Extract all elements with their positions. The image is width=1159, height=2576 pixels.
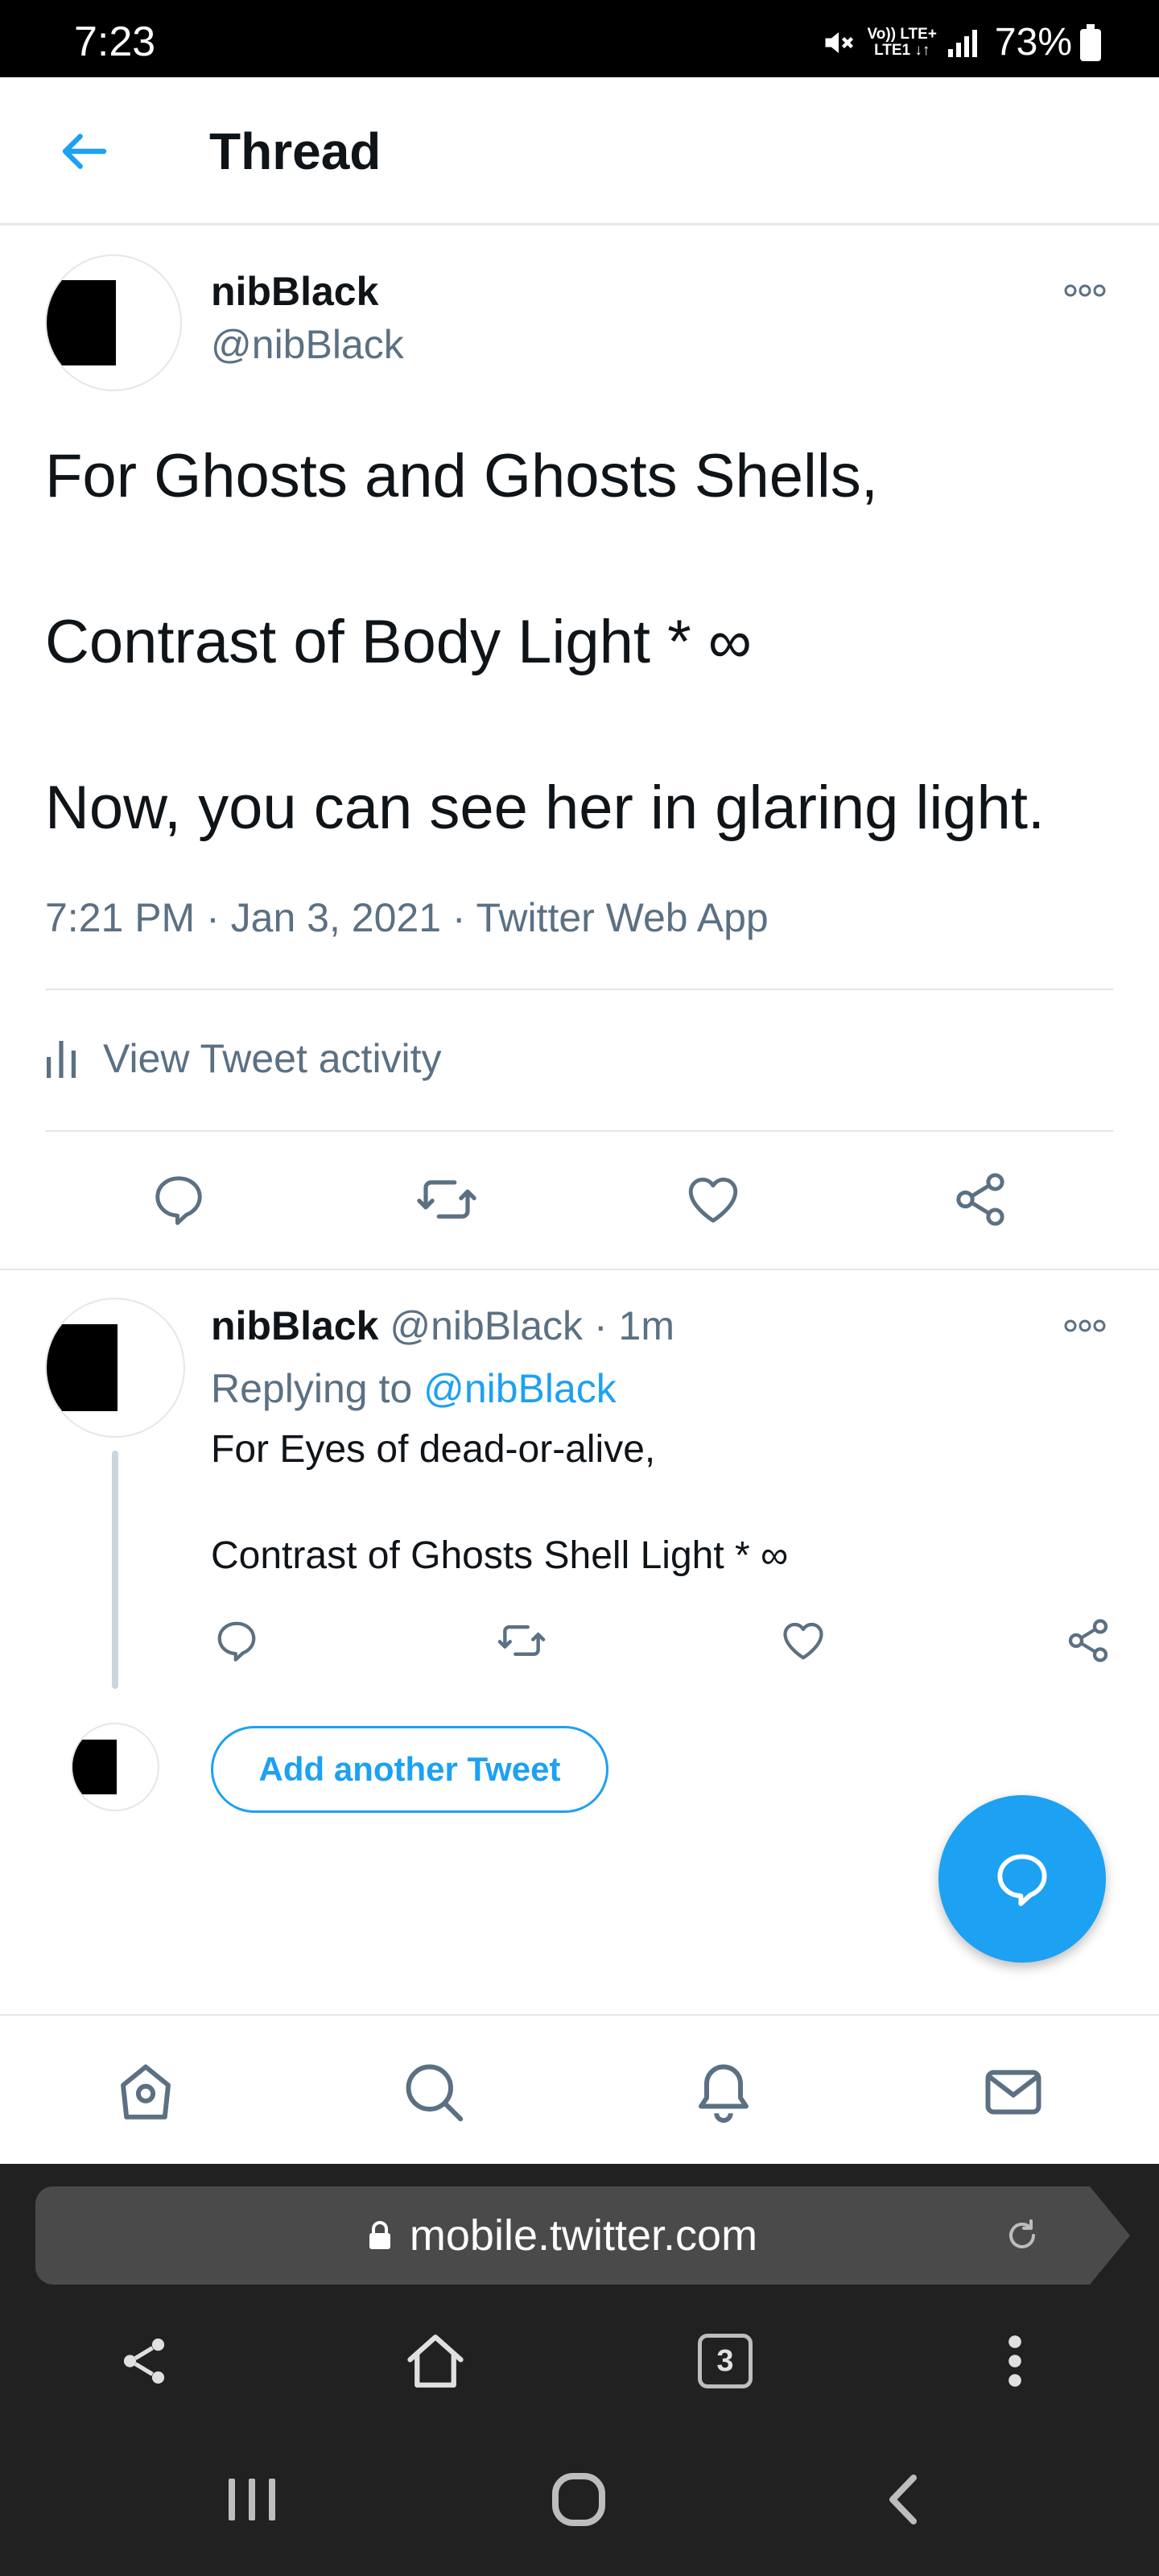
status-icons: Vo)) LTE+ LTE1 ↓↑ 73% — [821, 23, 1101, 63]
retweet-icon — [497, 1616, 547, 1666]
replying-to: Replying to @nibBlack — [211, 1366, 617, 1411]
like-button[interactable] — [771, 1608, 835, 1673]
tweet-text: For Ghosts and Ghosts Shells, Contrast o… — [45, 442, 1046, 842]
retweet-icon — [415, 1168, 478, 1231]
view-tweet-activity-link[interactable]: View Tweet activity — [45, 1030, 442, 1087]
divider — [45, 1130, 1114, 1132]
url-bar[interactable]: mobile.twitter.com — [35, 2186, 1090, 2285]
tweet-text: For Eyes of dead-or-alive, Contrast of G… — [211, 1428, 789, 1577]
thread-header: Thread — [0, 77, 1159, 225]
view-tweet-activity-label: View Tweet activity — [103, 1036, 442, 1081]
messages-icon — [980, 2058, 1047, 2126]
recent-apps-icon — [224, 2475, 280, 2524]
avatar[interactable] — [45, 1298, 185, 1438]
home-circle-icon — [551, 2471, 607, 2528]
back-button[interactable] — [48, 119, 121, 184]
nav-notifications[interactable] — [679, 2048, 768, 2136]
page-title: Thread — [209, 122, 382, 180]
reply-header: nibBlack @nibBlack · 1m — [211, 1303, 674, 1348]
browser-tabs-button[interactable]: 3 — [681, 2317, 769, 2405]
avatar — [71, 1723, 159, 1811]
notifications-icon — [690, 2058, 757, 2126]
more-options-icon[interactable] — [1061, 1314, 1109, 1338]
mute-icon — [821, 25, 856, 60]
heart-icon — [779, 1616, 827, 1665]
author-name[interactable]: nibBlack — [211, 1303, 378, 1348]
browser-menu-button[interactable] — [971, 2317, 1059, 2405]
status-bar: 7:23 Vo)) LTE+ LTE1 ↓↑ 73% — [0, 0, 1159, 77]
url-text: mobile.twitter.com — [409, 2211, 758, 2260]
retweet-button[interactable] — [406, 1159, 487, 1240]
battery-percent: 73% — [994, 21, 1072, 64]
compose-reply-button[interactable] — [938, 1795, 1106, 1963]
add-another-tweet-button[interactable]: Add another Tweet — [211, 1726, 608, 1813]
network-indicator: Vo)) LTE+ LTE1 ↓↑ — [867, 26, 937, 59]
share-button[interactable] — [1056, 1608, 1120, 1673]
status-time: 7:23 — [74, 19, 156, 65]
tabs-count: 3 — [698, 2334, 753, 2388]
reply-button[interactable] — [138, 1159, 219, 1240]
home-icon — [112, 2058, 179, 2126]
home-button[interactable] — [534, 2455, 623, 2544]
share-icon — [951, 1170, 1010, 1229]
nav-messages[interactable] — [969, 2048, 1058, 2136]
reply-icon — [991, 1847, 1054, 1910]
back-nav-button[interactable] — [858, 2455, 947, 2544]
reply-button[interactable] — [204, 1608, 269, 1673]
more-vertical-icon — [1005, 2332, 1025, 2390]
search-icon — [400, 2058, 468, 2126]
retweet-button[interactable] — [489, 1608, 554, 1673]
bar-chart-icon — [45, 1038, 77, 1080]
tweet-date[interactable]: Jan 3, 2021 — [231, 895, 441, 940]
home-icon — [402, 2327, 469, 2395]
lock-icon — [368, 2220, 392, 2251]
reply-icon — [212, 1616, 261, 1665]
heart-icon — [683, 1170, 743, 1229]
share-icon — [1064, 1616, 1112, 1665]
browser-share-button[interactable] — [100, 2317, 188, 2405]
author-name[interactable]: nibBlack — [211, 267, 378, 316]
author-handle[interactable]: @nibBlack — [390, 1303, 583, 1348]
reload-icon[interactable] — [1003, 2216, 1041, 2255]
tweet-metadata: 7:21 PM · Jan 3, 2021 · Twitter Web App — [45, 895, 769, 940]
signal-icon — [947, 27, 979, 59]
replying-to-handle[interactable]: @nibBlack — [423, 1366, 617, 1411]
reply-icon — [149, 1170, 208, 1229]
tweet-age[interactable]: 1m — [619, 1303, 674, 1348]
nav-search[interactable] — [390, 2048, 478, 2136]
recent-apps-button[interactable] — [208, 2455, 296, 2544]
divider — [0, 1269, 1159, 1270]
author-handle[interactable]: @nibBlack — [211, 320, 404, 369]
more-options-icon[interactable] — [1061, 279, 1109, 303]
share-button[interactable] — [940, 1159, 1021, 1240]
arrow-left-icon — [59, 126, 110, 177]
share-icon — [116, 2333, 172, 2389]
nav-home[interactable] — [101, 2048, 190, 2136]
thread-line — [112, 1451, 118, 1689]
tweet-source[interactable]: Twitter Web App — [476, 895, 769, 940]
chevron-left-icon — [885, 2471, 920, 2528]
divider — [45, 989, 1114, 990]
like-button[interactable] — [673, 1159, 753, 1240]
battery-icon — [1080, 24, 1101, 61]
browser-home-button[interactable] — [391, 2317, 480, 2405]
tweet-time[interactable]: 7:21 PM — [45, 895, 195, 940]
bottom-navigation — [0, 2014, 1159, 2164]
avatar[interactable] — [45, 254, 182, 391]
